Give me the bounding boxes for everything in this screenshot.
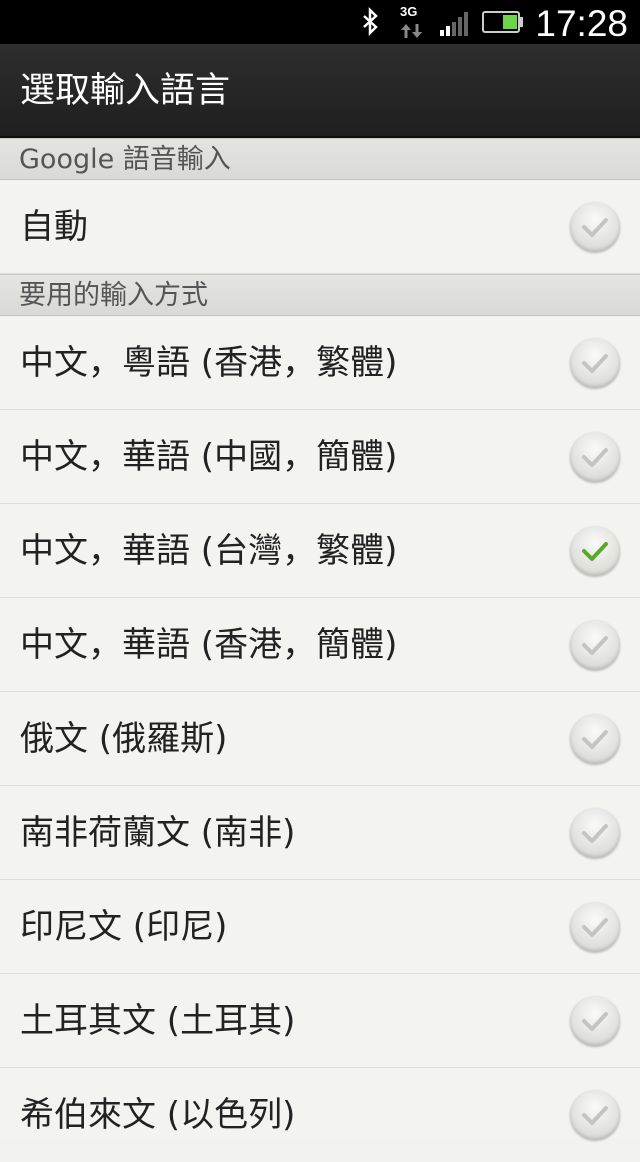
- list-item-label: 俄文 (俄羅斯): [20, 719, 228, 759]
- section-header-label: Google 語音輸入: [19, 144, 231, 175]
- checkmark-icon[interactable]: [570, 526, 620, 576]
- list-item-language[interactable]: 南非荷蘭文 (南非): [0, 786, 640, 880]
- list-item-label: 中文，華語 (中國，簡體): [20, 437, 398, 477]
- section-header-label: 要用的輸入方式: [19, 280, 208, 311]
- checkmark-icon[interactable]: [570, 620, 620, 670]
- list-item-language[interactable]: 中文，華語 (中國，簡體): [0, 410, 640, 504]
- list-item-language[interactable]: 俄文 (俄羅斯): [0, 692, 640, 786]
- checkmark-icon[interactable]: [570, 432, 620, 482]
- list-item-language[interactable]: 中文，華語 (台灣，繁體): [0, 504, 640, 598]
- list-item-language[interactable]: 印尼文 (印尼): [0, 880, 640, 974]
- list-item-language[interactable]: 土耳其文 (土耳其): [0, 974, 640, 1068]
- section-header-input-methods: 要用的輸入方式: [0, 274, 640, 316]
- checkmark-icon[interactable]: [570, 338, 620, 388]
- list-item-label: 南非荷蘭文 (南非): [20, 813, 296, 853]
- list-item-label: 土耳其文 (土耳其): [20, 1001, 296, 1041]
- checkmark-icon[interactable]: [570, 1090, 620, 1140]
- list-item-language[interactable]: 中文，華語 (香港，簡體): [0, 598, 640, 692]
- list-item-label: 中文，華語 (台灣，繁體): [20, 531, 398, 571]
- title-bar: 選取輸入語言: [0, 44, 640, 138]
- section-header-google-voice: Google 語音輸入: [0, 138, 640, 180]
- signal-strength-icon: [440, 12, 468, 36]
- list-item-label: 中文，華語 (香港，簡體): [20, 625, 398, 665]
- checkmark-icon[interactable]: [570, 902, 620, 952]
- checkmark-icon[interactable]: [570, 714, 620, 764]
- list-item-language[interactable]: 希伯來文 (以色列): [0, 1068, 640, 1140]
- list-item-label: 中文，粵語 (香港，繁體): [20, 343, 398, 383]
- checkmark-icon[interactable]: [570, 808, 620, 858]
- battery-icon: [482, 11, 523, 33]
- status-bar: 3G 17:28: [0, 0, 640, 44]
- network-3g-icon: 3G: [398, 0, 428, 44]
- list-item-auto[interactable]: 自動: [0, 180, 640, 274]
- list-item-label: 希伯來文 (以色列): [20, 1095, 296, 1135]
- bluetooth-icon: [363, 6, 378, 37]
- checkmark-icon[interactable]: [570, 996, 620, 1046]
- list-item-label: 印尼文 (印尼): [20, 907, 228, 947]
- clock: 17:28: [535, 3, 628, 44]
- checkmark-icon[interactable]: [570, 202, 620, 252]
- page-title: 選取輸入語言: [20, 71, 231, 111]
- list-item-language[interactable]: 中文，粵語 (香港，繁體): [0, 316, 640, 410]
- list-item-label: 自動: [20, 207, 88, 247]
